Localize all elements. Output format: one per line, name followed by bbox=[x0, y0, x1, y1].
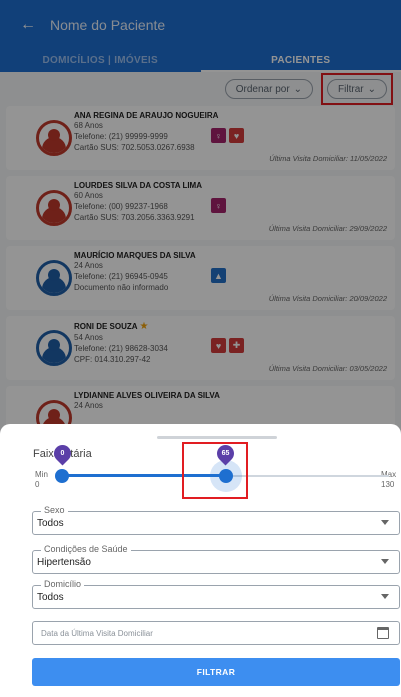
sex-select-label: Sexo bbox=[41, 505, 68, 515]
home-select-label: Domicílio bbox=[41, 579, 85, 589]
sex-select-value: Todos bbox=[37, 518, 64, 529]
slider-thumb-highlight-box bbox=[182, 442, 248, 499]
min-value-text: 0 bbox=[35, 480, 40, 489]
max-value-text: 130 bbox=[381, 480, 395, 489]
home-select[interactable]: Domicílio Todos bbox=[32, 579, 400, 609]
min-label-text: Min bbox=[35, 470, 48, 479]
age-min-value: 0 bbox=[60, 449, 64, 457]
age-slider-min-thumb[interactable] bbox=[55, 469, 69, 483]
dropdown-arrow-icon bbox=[381, 559, 389, 564]
sheet-drag-handle[interactable] bbox=[157, 436, 277, 439]
apply-filter-button[interactable]: FILTRAR bbox=[32, 658, 400, 686]
age-min-value-bubble: 0 bbox=[49, 440, 75, 466]
last-visit-date-placeholder: Data da Última Visita Domiciliar bbox=[41, 629, 153, 638]
calendar-icon[interactable] bbox=[377, 627, 389, 639]
dropdown-arrow-icon bbox=[381, 594, 389, 599]
health-conditions-value: Hipertensão bbox=[37, 557, 91, 568]
min-label: Min 0 bbox=[35, 470, 48, 490]
last-visit-date-input[interactable]: Data da Última Visita Domiciliar bbox=[32, 621, 400, 645]
home-select-value: Todos bbox=[37, 592, 64, 603]
dim-overlay[interactable] bbox=[0, 0, 401, 440]
max-label: Max 130 bbox=[381, 470, 396, 490]
filter-bottom-sheet: Faixa Etária Min 0 Max 130 0 65 Sexo Tod… bbox=[0, 424, 401, 697]
dropdown-arrow-icon bbox=[381, 520, 389, 525]
health-conditions-select[interactable]: Condições de Saúde Hipertensão bbox=[32, 544, 400, 574]
health-conditions-label: Condições de Saúde bbox=[41, 544, 131, 554]
sex-select[interactable]: Sexo Todos bbox=[32, 505, 400, 535]
